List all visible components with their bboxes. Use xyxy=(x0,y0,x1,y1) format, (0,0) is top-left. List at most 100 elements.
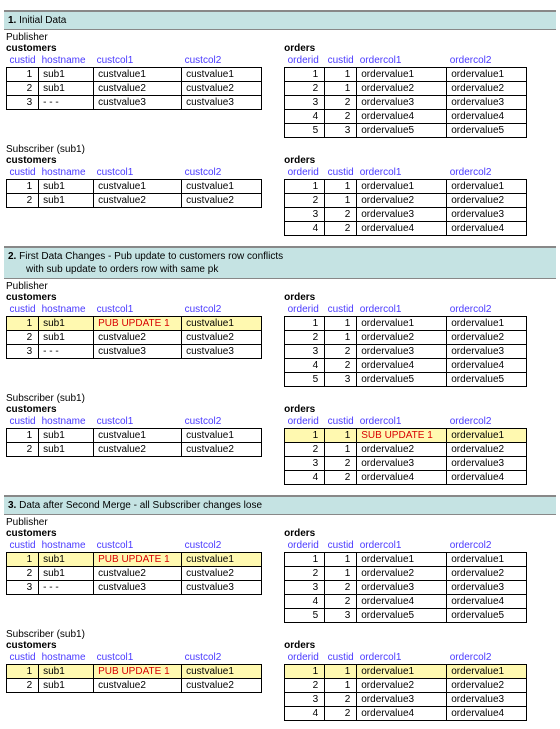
table-cell: sub1 xyxy=(39,68,94,82)
table-row: 42ordervalue4ordervalue4 xyxy=(285,707,527,721)
table-cell: 3 xyxy=(285,345,325,359)
table-cell: 2 xyxy=(7,443,39,457)
table-cell: ordervalue3 xyxy=(447,457,527,471)
table-cell: custvalue1 xyxy=(182,180,262,194)
table-row: 53ordervalue5ordervalue5 xyxy=(285,373,527,387)
table-cell: custvalue1 xyxy=(182,68,262,82)
table-row: 42ordervalue4ordervalue4 xyxy=(285,359,527,373)
table-cell: 1 xyxy=(325,317,357,331)
table-cell: ordervalue4 xyxy=(447,595,527,609)
table-cell: 1 xyxy=(325,679,357,693)
s3-sub-tables: customers custidhostnamecustcol1custcol2… xyxy=(4,640,556,725)
table-cell: ordervalue2 xyxy=(357,194,447,208)
table-cell: 1 xyxy=(7,180,39,194)
table-row: 2sub1custvalue2custvalue2 xyxy=(7,443,262,457)
table-cell: custvalue3 xyxy=(94,581,182,595)
table-cell: custvalue1 xyxy=(182,317,262,331)
table-cell: sub1 xyxy=(39,553,94,567)
table-cell: 3 xyxy=(285,693,325,707)
table-cell: 1 xyxy=(285,180,325,194)
table-cell: ordervalue3 xyxy=(447,345,527,359)
table-cell: 2 xyxy=(325,471,357,485)
col-header: custid xyxy=(325,651,357,665)
table-cell: 1 xyxy=(325,82,357,96)
col-header: orderid xyxy=(285,539,325,553)
orders-title: orders xyxy=(284,640,527,651)
table-cell: 1 xyxy=(325,180,357,194)
col-header: custid xyxy=(7,415,39,429)
table-cell: ordervalue5 xyxy=(357,373,447,387)
table-row: 11SUB UPDATE 1ordervalue1 xyxy=(285,429,527,443)
publisher-label: Publisher xyxy=(4,279,556,292)
table-cell: 2 xyxy=(325,707,357,721)
table-row: 32ordervalue3ordervalue3 xyxy=(285,96,527,110)
table-cell: 1 xyxy=(7,665,39,679)
col-header: custcol1 xyxy=(94,651,182,665)
table-row: 1sub1PUB UPDATE 1custvalue1 xyxy=(7,553,262,567)
col-header: ordercol2 xyxy=(447,415,527,429)
table-row: 1sub1PUB UPDATE 1custvalue1 xyxy=(7,665,262,679)
table-cell: 3 xyxy=(285,457,325,471)
table-cell: ordervalue4 xyxy=(357,110,447,124)
table-cell: custvalue2 xyxy=(94,679,182,693)
table-row: 53ordervalue5ordervalue5 xyxy=(285,609,527,623)
col-header: hostname xyxy=(39,415,94,429)
table-cell: sub1 xyxy=(39,443,94,457)
col-header: orderid xyxy=(285,303,325,317)
orders-title: orders xyxy=(284,404,527,415)
table-cell: custvalue3 xyxy=(94,345,182,359)
customers-title: customers xyxy=(6,404,262,415)
table-cell: 1 xyxy=(285,665,325,679)
section-1-header: 1. Initial Data xyxy=(4,10,556,30)
table-cell: custvalue2 xyxy=(182,443,262,457)
col-header: ordercol2 xyxy=(447,651,527,665)
table-cell: 3 xyxy=(285,208,325,222)
col-header: custid xyxy=(7,651,39,665)
table-cell: ordervalue3 xyxy=(357,693,447,707)
table-cell: 2 xyxy=(285,194,325,208)
table-row: 21ordervalue2ordervalue2 xyxy=(285,679,527,693)
table-cell: ordervalue3 xyxy=(357,96,447,110)
table-cell: 1 xyxy=(7,553,39,567)
col-header: custcol1 xyxy=(94,303,182,317)
table-cell: ordervalue3 xyxy=(357,581,447,595)
s2-sub-orders: orderidcustidordercol1ordercol211SUB UPD… xyxy=(284,415,527,485)
col-header: ordercol2 xyxy=(447,54,527,68)
table-cell: 5 xyxy=(285,124,325,138)
table-row: 32ordervalue3ordervalue3 xyxy=(285,693,527,707)
table-cell: ordervalue5 xyxy=(357,609,447,623)
s2-pub-tables: customers custidhostnamecustcol1custcol2… xyxy=(4,292,556,391)
table-row: 2sub1custvalue2custvalue2 xyxy=(7,679,262,693)
table-cell: ordervalue1 xyxy=(357,665,447,679)
table-cell: ordervalue2 xyxy=(357,443,447,457)
table-cell: 3 xyxy=(7,96,39,110)
table-row: 11ordervalue1ordervalue1 xyxy=(285,317,527,331)
s3-pub-tables: customers custidhostnamecustcol1custcol2… xyxy=(4,528,556,627)
table-cell: custvalue2 xyxy=(94,443,182,457)
table-cell: custvalue2 xyxy=(182,82,262,96)
table-cell: ordervalue4 xyxy=(357,471,447,485)
table-cell: ordervalue4 xyxy=(357,707,447,721)
table-cell: ordervalue1 xyxy=(447,68,527,82)
subscriber-label: Subscriber (sub1) xyxy=(4,627,556,640)
table-cell: 2 xyxy=(7,82,39,96)
table-cell: ordervalue1 xyxy=(447,180,527,194)
table-cell: custvalue2 xyxy=(182,194,262,208)
table-cell: ordervalue3 xyxy=(447,96,527,110)
col-header: custcol2 xyxy=(182,54,262,68)
subscriber-label: Subscriber (sub1) xyxy=(4,391,556,404)
table-cell: custvalue2 xyxy=(94,82,182,96)
table-cell: 3 xyxy=(325,373,357,387)
table-cell: sub1 xyxy=(39,194,94,208)
table-row: 21ordervalue2ordervalue2 xyxy=(285,567,527,581)
table-row: 32ordervalue3ordervalue3 xyxy=(285,581,527,595)
table-cell: ordervalue2 xyxy=(447,331,527,345)
table-cell: ordervalue3 xyxy=(447,693,527,707)
s2-pub-customers: custidhostnamecustcol1custcol21sub1PUB U… xyxy=(6,303,262,359)
table-cell: 3 xyxy=(7,581,39,595)
table-cell: 1 xyxy=(285,317,325,331)
table-cell: 3 xyxy=(325,124,357,138)
table-cell: custvalue2 xyxy=(182,679,262,693)
table-row: 1sub1custvalue1custvalue1 xyxy=(7,429,262,443)
table-row: 3- - -custvalue3custvalue3 xyxy=(7,96,262,110)
